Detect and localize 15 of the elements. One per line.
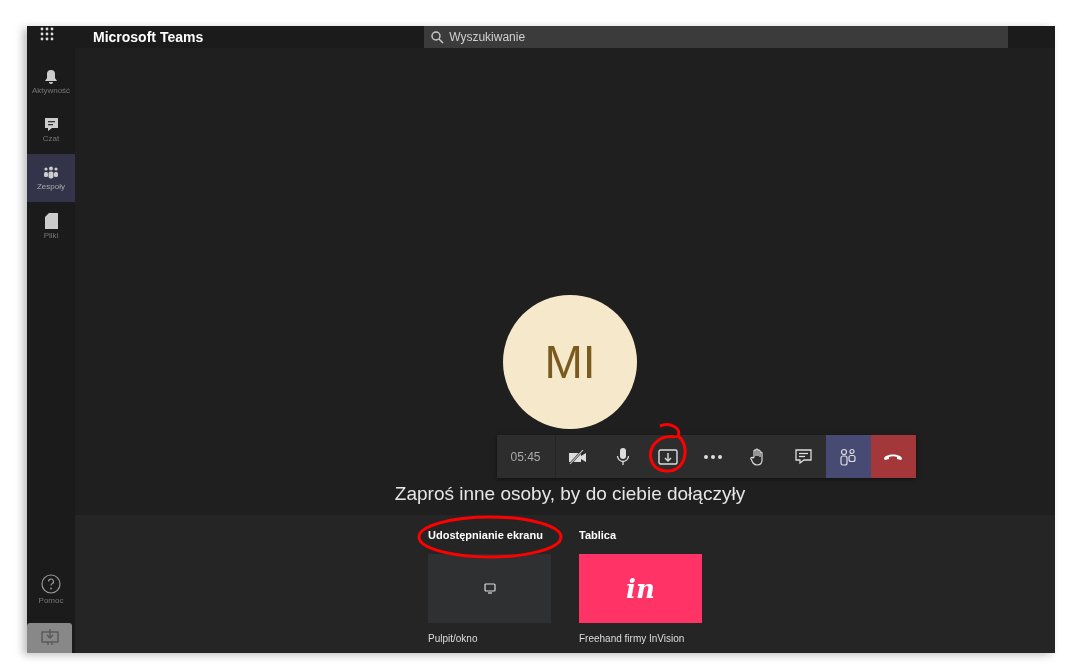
- sidebar-item[interactable]: Pliki: [27, 202, 75, 250]
- invite-message: Zaproś inne osoby, by do ciebie dołączyły: [394, 483, 746, 505]
- section-title: Udostępnianie ekranu: [428, 529, 544, 541]
- tile-label: Pulpit/okno: [428, 633, 479, 644]
- search-field[interactable]: Wyszukiwanie: [424, 26, 1009, 48]
- sidebar-item[interactable]: Aktywność: [27, 58, 75, 106]
- app-title: Microsoft Teams: [93, 29, 204, 45]
- invision-tile[interactable]: in: [579, 554, 702, 623]
- help-item[interactable]: Pomoc: [27, 565, 75, 613]
- call-timer: 05:45: [496, 435, 556, 478]
- avatar: MI: [503, 295, 637, 429]
- section-title: Tablica: [579, 529, 618, 541]
- tile-label: Freehand firmy InVision: [579, 633, 686, 644]
- sidebar-item[interactable]: Zespoły: [27, 154, 75, 202]
- sidebar-item[interactable]: Czat: [27, 106, 75, 154]
